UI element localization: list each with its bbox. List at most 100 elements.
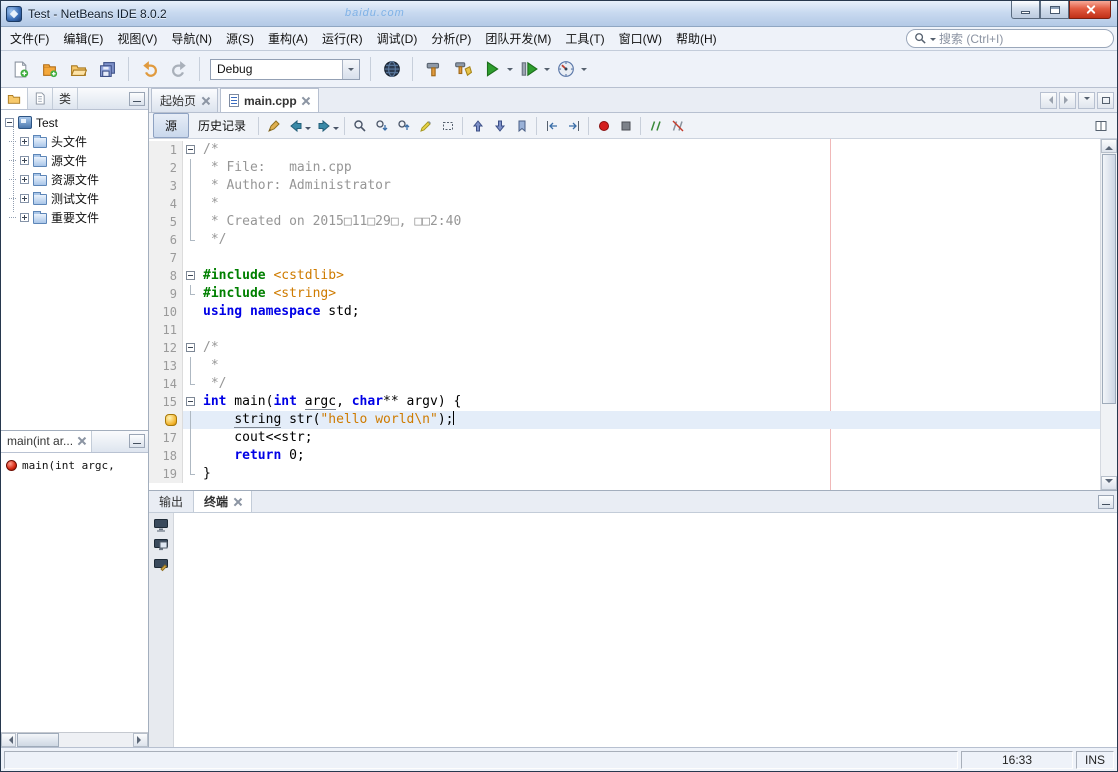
shift-right-button[interactable]: [563, 115, 584, 136]
fold-margin[interactable]: [183, 429, 197, 447]
close-tab-icon[interactable]: [233, 498, 241, 506]
history-view-button[interactable]: 历史记录: [190, 114, 254, 137]
rectangular-selection-button[interactable]: [437, 115, 458, 136]
hint-bulb-icon[interactable]: [165, 414, 177, 426]
expand-icon[interactable]: [20, 175, 29, 184]
code-line[interactable]: 3 * Author: Administrator: [149, 177, 1100, 195]
code-text[interactable]: string str("hello world\n");: [197, 411, 1100, 429]
menu-view[interactable]: 视图(V): [110, 26, 164, 51]
fold-margin[interactable]: [183, 195, 197, 213]
comment-button[interactable]: [645, 115, 666, 136]
search-box[interactable]: 搜索 (Ctrl+I): [906, 29, 1114, 48]
code-line[interactable]: 17 cout<<str;: [149, 429, 1100, 447]
fold-collapse-icon[interactable]: [186, 271, 195, 280]
undo-button[interactable]: [136, 56, 163, 83]
code-text[interactable]: [197, 321, 1100, 339]
code-text[interactable]: cout<<str;: [197, 429, 1100, 447]
code-text[interactable]: /*: [197, 339, 1100, 357]
new-project-button[interactable]: [36, 56, 63, 83]
forward-button[interactable]: [313, 115, 334, 136]
tab-output[interactable]: 输出: [149, 491, 194, 512]
find-selection-button[interactable]: [349, 115, 370, 136]
fold-margin[interactable]: [183, 465, 197, 483]
code-line[interactable]: 14 */: [149, 375, 1100, 393]
code-line[interactable]: 18 return 0;: [149, 447, 1100, 465]
menu-help[interactable]: 帮助(H): [669, 26, 724, 51]
code-line[interactable]: 9#include <string>: [149, 285, 1100, 303]
new-file-button[interactable]: [7, 56, 34, 83]
code-line[interactable]: 4 *: [149, 195, 1100, 213]
fold-margin[interactable]: [183, 213, 197, 231]
minimize-panel-button[interactable]: [129, 92, 145, 106]
projects-tab[interactable]: [1, 88, 28, 109]
code-line[interactable]: 8#include <cstdlib>: [149, 267, 1100, 285]
expand-icon[interactable]: [20, 137, 29, 146]
code-line[interactable]: 11: [149, 321, 1100, 339]
code-line[interactable]: 15int main(int argc, char** argv) {: [149, 393, 1100, 411]
scrollbar-track[interactable]: [59, 733, 133, 747]
menu-file[interactable]: 文件(F): [3, 26, 56, 51]
search-scope-dropdown-icon[interactable]: [930, 38, 936, 44]
source-view-button[interactable]: 源: [153, 113, 189, 138]
build-project-button[interactable]: [420, 56, 447, 83]
configuration-select[interactable]: Debug: [210, 59, 360, 80]
fold-margin[interactable]: [183, 339, 197, 357]
fold-margin[interactable]: [183, 231, 197, 249]
expand-icon[interactable]: [20, 156, 29, 165]
tree-item-test-files[interactable]: 测试文件: [1, 189, 148, 208]
previous-bookmark-button[interactable]: [467, 115, 488, 136]
fold-margin[interactable]: [183, 267, 197, 285]
tab-terminal[interactable]: 终端: [194, 491, 252, 512]
menu-refactor[interactable]: 重构(A): [261, 26, 315, 51]
titlebar[interactable]: Test - NetBeans IDE 8.0.2 baidu.com: [1, 1, 1117, 27]
code-editor[interactable]: 1/*2 * File: main.cpp3 * Author: Adminis…: [149, 139, 1117, 490]
code-text[interactable]: */: [197, 231, 1100, 249]
code-text[interactable]: * File: main.cpp: [197, 159, 1100, 177]
expand-icon[interactable]: [20, 194, 29, 203]
vertical-scrollbar[interactable]: [1100, 139, 1117, 490]
code-text[interactable]: /*: [197, 141, 1100, 159]
split-document-button[interactable]: [1090, 115, 1111, 136]
fold-margin[interactable]: [183, 357, 197, 375]
code-text[interactable]: *: [197, 357, 1100, 375]
fold-margin[interactable]: [183, 321, 197, 339]
classes-tab[interactable]: 类: [53, 88, 78, 109]
connection-button[interactable]: [378, 56, 405, 83]
maximize-button[interactable]: [1040, 1, 1069, 19]
remote-terminal-icon[interactable]: [153, 538, 169, 552]
back-dropdown-icon[interactable]: [305, 127, 311, 133]
terminal-output-area[interactable]: [174, 513, 1117, 747]
minimize-button[interactable]: [1011, 1, 1040, 19]
configuration-dropdown-button[interactable]: [342, 60, 359, 79]
run-project-button[interactable]: [478, 56, 505, 83]
tab-main-cpp[interactable]: main.cpp: [220, 88, 319, 112]
code-text[interactable]: * Created on 2015□11□29□, □□2:40: [197, 213, 1100, 231]
scroll-down-button[interactable]: [1101, 476, 1117, 490]
fold-collapse-icon[interactable]: [186, 397, 195, 406]
back-button[interactable]: [285, 115, 306, 136]
close-tab-icon[interactable]: [302, 97, 310, 105]
tree-item-source-files[interactable]: 源文件: [1, 151, 148, 170]
minimize-panel-button[interactable]: [129, 434, 145, 448]
tree-item-project-root[interactable]: Test: [1, 113, 148, 132]
menu-window[interactable]: 窗口(W): [612, 26, 669, 51]
toggle-bookmark-button[interactable]: [511, 115, 532, 136]
code-text[interactable]: *: [197, 195, 1100, 213]
find-previous-occurrence-button[interactable]: [393, 115, 414, 136]
fold-collapse-icon[interactable]: [186, 343, 195, 352]
fold-margin[interactable]: [183, 249, 197, 267]
expand-icon[interactable]: [20, 213, 29, 222]
code-line[interactable]: 5 * Created on 2015□11□29□, □□2:40: [149, 213, 1100, 231]
code-text[interactable]: [197, 249, 1100, 267]
scroll-tabs-left-button[interactable]: [1040, 92, 1057, 109]
profile-project-button[interactable]: [552, 56, 579, 83]
code-line[interactable]: 12/*: [149, 339, 1100, 357]
uncomment-button[interactable]: [667, 115, 688, 136]
menu-tools[interactable]: 工具(T): [558, 26, 611, 51]
find-next-occurrence-button[interactable]: [371, 115, 392, 136]
code-text[interactable]: #include <string>: [197, 285, 1100, 303]
code-line[interactable]: 10using namespace std;: [149, 303, 1100, 321]
fold-margin[interactable]: [183, 177, 197, 195]
debug-project-button[interactable]: [515, 56, 542, 83]
scroll-up-button[interactable]: [1101, 139, 1117, 153]
